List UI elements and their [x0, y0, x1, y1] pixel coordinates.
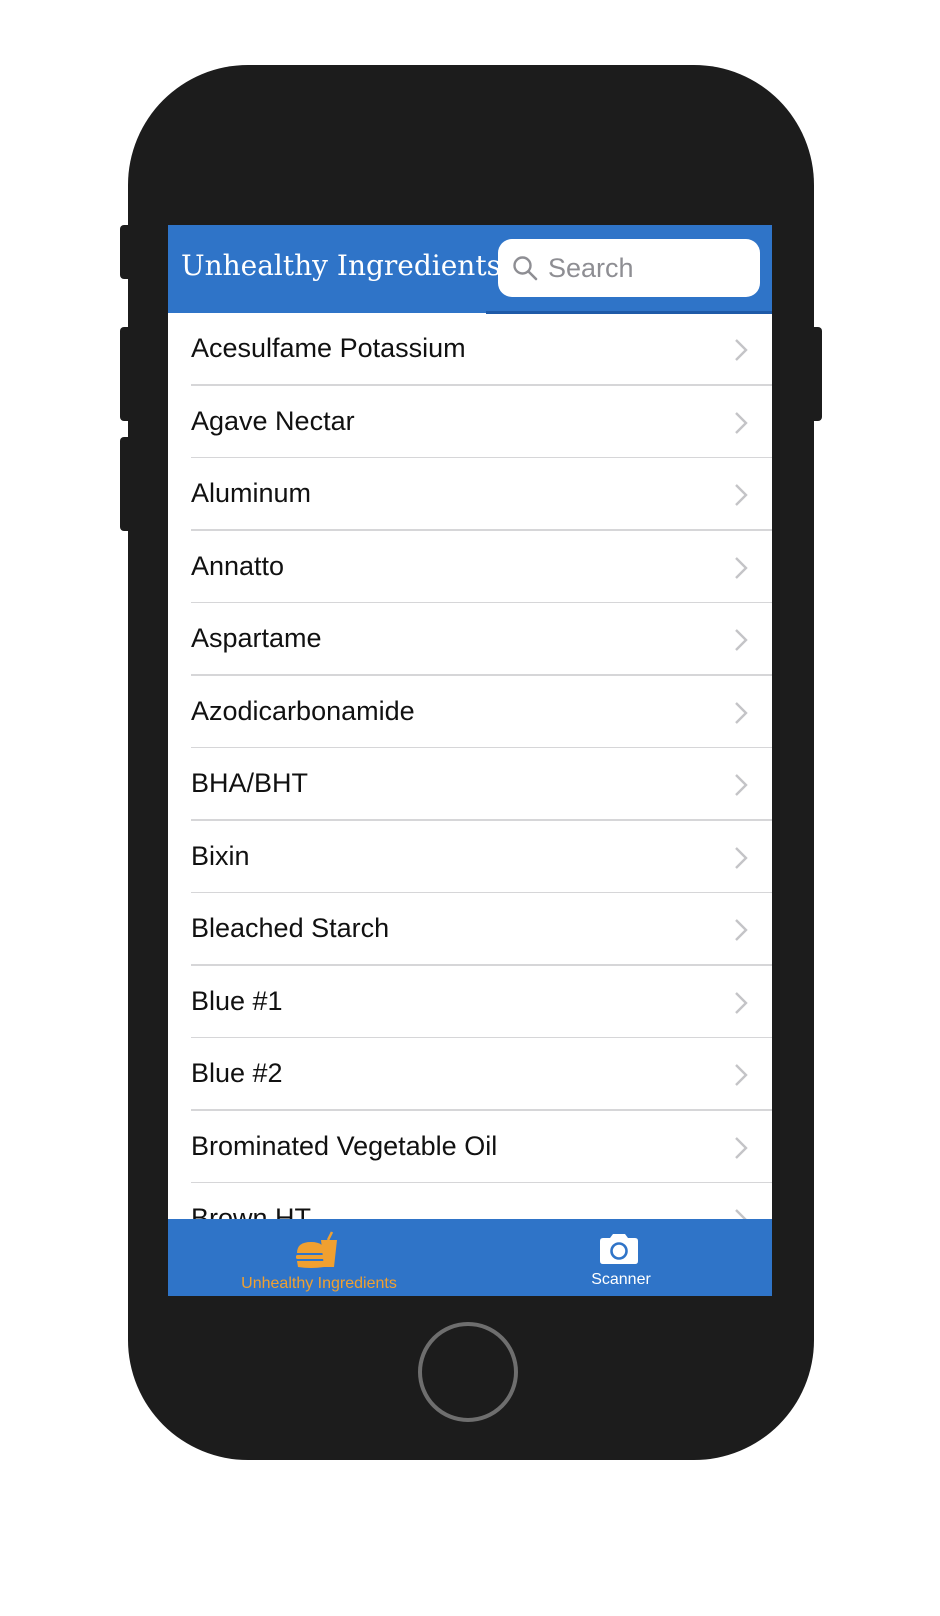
- list-item-label: Azodicarbonamide: [191, 695, 415, 726]
- list-item-label: Brown HT: [191, 1203, 312, 1219]
- tab-bar: Unhealthy Ingredients Scanner: [168, 1219, 772, 1296]
- search-input[interactable]: [548, 252, 748, 284]
- list-item-label: Bixin: [191, 840, 250, 871]
- chevron-right-icon: [735, 919, 748, 941]
- chevron-right-icon: [735, 846, 748, 869]
- list-item[interactable]: Azodicarbonamide: [168, 676, 772, 749]
- list-item[interactable]: Bleached Starch: [168, 893, 772, 966]
- chevron-right-icon: [735, 1064, 748, 1086]
- list-item[interactable]: Aluminum: [168, 458, 772, 531]
- list-item-label: Bleached Starch: [191, 913, 390, 943]
- ingredient-list: Acesulfame Potassium Agave Nectar Alumin…: [168, 313, 772, 1219]
- search-icon: [513, 256, 538, 281]
- home-button[interactable]: [418, 1322, 518, 1422]
- tab-label: Scanner: [591, 1271, 651, 1288]
- search-bar[interactable]: [498, 239, 760, 297]
- list-item-label: Aluminum: [191, 478, 312, 508]
- chevron-right-icon: [735, 701, 748, 724]
- list-item[interactable]: Aspartame: [168, 603, 772, 676]
- list-item[interactable]: Brominated Vegetable Oil: [168, 1111, 772, 1184]
- list-item[interactable]: Blue #2: [168, 1038, 772, 1111]
- list-item[interactable]: Annatto: [168, 531, 772, 604]
- list-item[interactable]: Agave Nectar: [168, 386, 772, 459]
- list-item-label: Brominated Vegetable Oil: [191, 1130, 498, 1161]
- tab-label: Unhealthy Ingredients: [241, 1275, 397, 1292]
- chevron-right-icon: [735, 991, 748, 1014]
- chevron-right-icon: [735, 1136, 748, 1159]
- list-item-label: Agave Nectar: [191, 405, 355, 436]
- food-icon: [296, 1231, 337, 1268]
- camera-icon: [600, 1234, 638, 1264]
- list-item-label: Blue #1: [191, 985, 283, 1016]
- chevron-right-icon: [735, 1209, 747, 1219]
- list-item-label: Aspartame: [191, 623, 322, 653]
- list-item-label: Acesulfame Potassium: [191, 333, 466, 363]
- chevron-right-icon: [735, 556, 748, 579]
- chevron-right-icon: [735, 629, 748, 651]
- tab-scanner[interactable]: Scanner: [470, 1219, 772, 1296]
- chevron-right-icon: [735, 411, 748, 434]
- list-item[interactable]: Acesulfame Potassium: [168, 313, 772, 386]
- list-item-label: Blue #2: [191, 1058, 283, 1088]
- app-screen: Unhealthy Ingredients Acesulfame Potassi…: [168, 225, 772, 1296]
- tab-unhealthy-ingredients[interactable]: Unhealthy Ingredients: [168, 1219, 470, 1296]
- list-item-label: Annatto: [191, 550, 285, 581]
- page-title: Unhealthy Ingredients: [181, 249, 501, 282]
- navigation-bar: Unhealthy Ingredients: [168, 225, 772, 314]
- list-item[interactable]: Blue #1: [168, 966, 772, 1039]
- chevron-right-icon: [735, 484, 748, 506]
- list-item-label: BHA/BHT: [191, 768, 309, 798]
- chevron-right-icon: [735, 339, 748, 361]
- chevron-right-icon: [735, 774, 748, 796]
- list-item[interactable]: BHA/BHT: [168, 748, 772, 821]
- list-item[interactable]: Brown HT: [168, 1183, 772, 1219]
- list-item[interactable]: Bixin: [168, 821, 772, 894]
